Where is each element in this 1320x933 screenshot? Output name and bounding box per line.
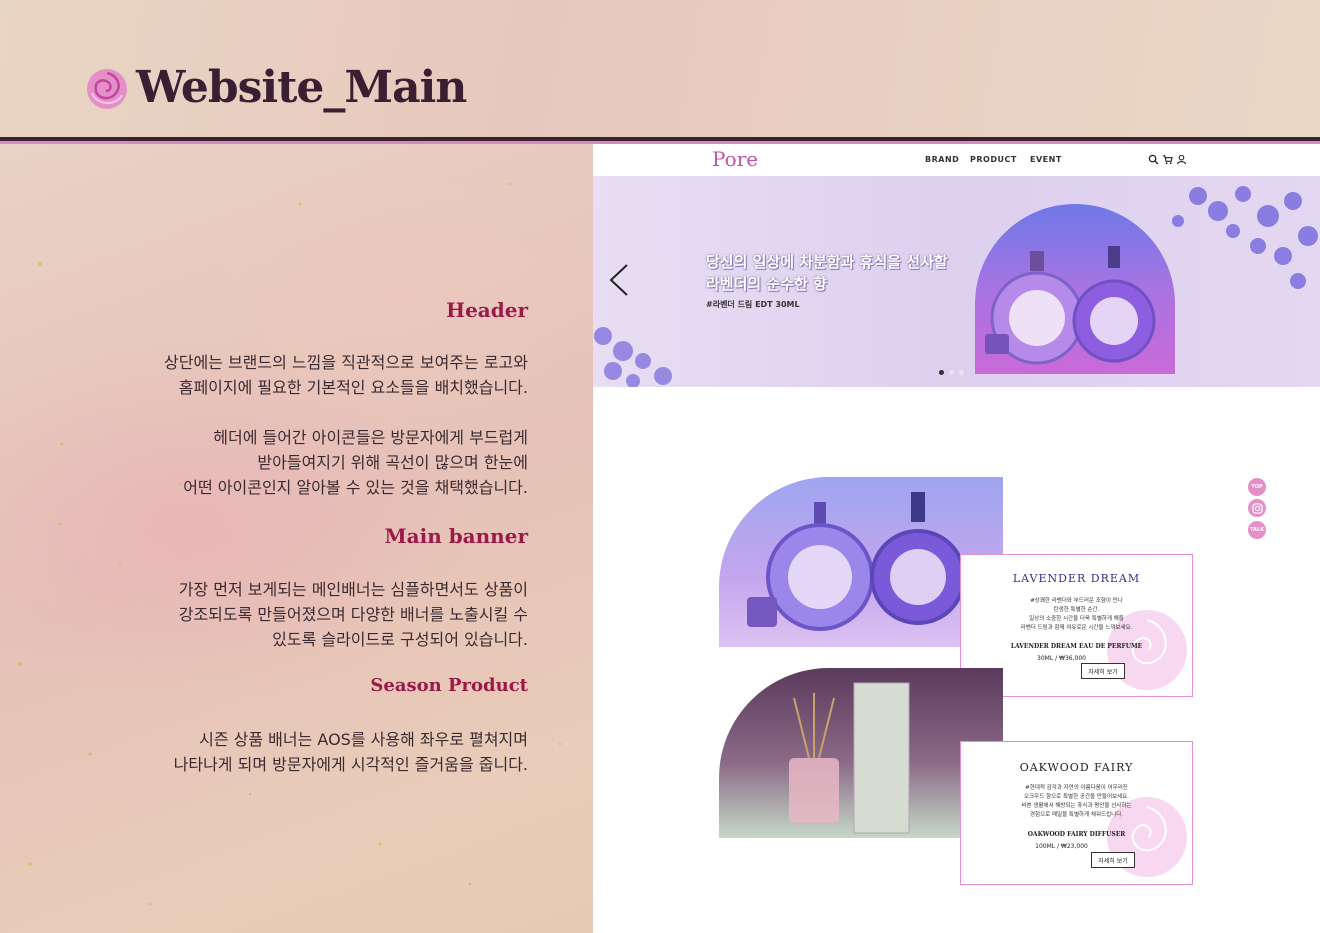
slide-dot-3[interactable] [959, 370, 964, 375]
product-name-oakwood: OAKWOOD FAIRY [1019, 761, 1134, 774]
product-info-oakwood: OAKWOOD FAIRY #현대적 감각과 자연의 아름다움이 어우러진 오크… [960, 741, 1193, 885]
product-price-lavender: 30ML / ₩36,000 [1037, 655, 1086, 662]
instagram-icon [1251, 502, 1263, 514]
product-title-oakwood: OAKWOOD FAIRY DIFFUSER [1027, 831, 1126, 838]
product-desc-oakwood: #현대적 감각과 자연의 아름다움이 어우러진 오크우드 향으로 특별한 공간을… [1021, 785, 1132, 818]
lavender-perfume-image [747, 492, 966, 631]
header-paragraph-2: 헤더에 들어간 아이콘들은 방문자에게 부드럽게 받아들여지기 위해 곡선이 많… [183, 428, 528, 497]
banner-headline-1: 당신의 일상에 차분함과 휴식을 선사할 [706, 253, 948, 271]
cart-icon[interactable] [1162, 154, 1173, 165]
product-desc-lavender: #상쾌한 라벤더와 부드러운 조향이 만나 탄생한 특별한 순간. 일상의 소중… [1020, 598, 1133, 631]
lavender-flowers-decoration-left [594, 327, 672, 387]
season-product-paragraph: 시즌 상품 배너는 AOS를 사용해 좌우로 펼쳐지며 나타나게 되며 방문자에… [173, 730, 528, 774]
user-icon[interactable] [1176, 154, 1187, 165]
slide-dot-1[interactable] [939, 370, 944, 375]
perfume-bottles-image [985, 246, 1156, 365]
rose-icon [87, 68, 127, 109]
main-banner-paragraph: 가장 먼저 보게되는 메인배너는 심플하면서도 상품이 강조되도록 만들어졌으며… [178, 580, 528, 649]
scroll-top-button[interactable]: TOP [1248, 478, 1266, 496]
page-title: Website_Main [136, 62, 467, 113]
section-heading-header: Header [446, 298, 528, 322]
banner-headline-2: 라벤더의 순수한 향 [706, 275, 827, 293]
site-logo[interactable]: Pore [712, 147, 758, 171]
website-mockup: Pore BRAND PRODUCT EVENT 당신의 일상에 차분함과 휴식… [593, 144, 1320, 933]
product-title-lavender: LAVENDER DREAM EAU DE PERFUME [1010, 643, 1143, 650]
section-heading-season-product: Season Product [370, 675, 528, 696]
product-price-oakwood: 100ML / ₩23,000 [1035, 843, 1088, 850]
search-icon[interactable] [1148, 154, 1159, 165]
page-header: Website_Main [82, 62, 467, 113]
banner-subtitle: #라벤더 드림 EDT 30ML [706, 300, 800, 309]
nav-event[interactable]: EVENT [1030, 155, 1062, 164]
detail-button-lavender[interactable]: 자세히 보기 [1081, 663, 1125, 679]
nav-product[interactable]: PRODUCT [970, 155, 1017, 164]
chevron-left-icon[interactable] [607, 262, 631, 298]
slide-dot-2[interactable] [949, 370, 954, 375]
header-paragraph-1: 상단에는 브랜드의 느낌을 직관적으로 보여주는 로고와 홈페이지에 필요한 기… [164, 353, 528, 397]
detail-button-oakwood[interactable]: 자세히 보기 [1091, 852, 1135, 868]
main-banner[interactable]: 당신의 일상에 차분함과 휴식을 선사할 라벤더의 순수한 향 #라벤더 드림 … [593, 176, 1320, 387]
site-nav: Pore BRAND PRODUCT EVENT [593, 144, 1320, 176]
section-heading-main-banner: Main banner [384, 524, 529, 548]
lavender-flowers-decoration [1172, 186, 1318, 289]
talk-button[interactable]: TALK [1248, 521, 1266, 539]
instagram-button[interactable] [1248, 499, 1266, 517]
nav-brand[interactable]: BRAND [925, 155, 959, 164]
product-name-lavender: LAVENDER DREAM [1012, 572, 1141, 585]
